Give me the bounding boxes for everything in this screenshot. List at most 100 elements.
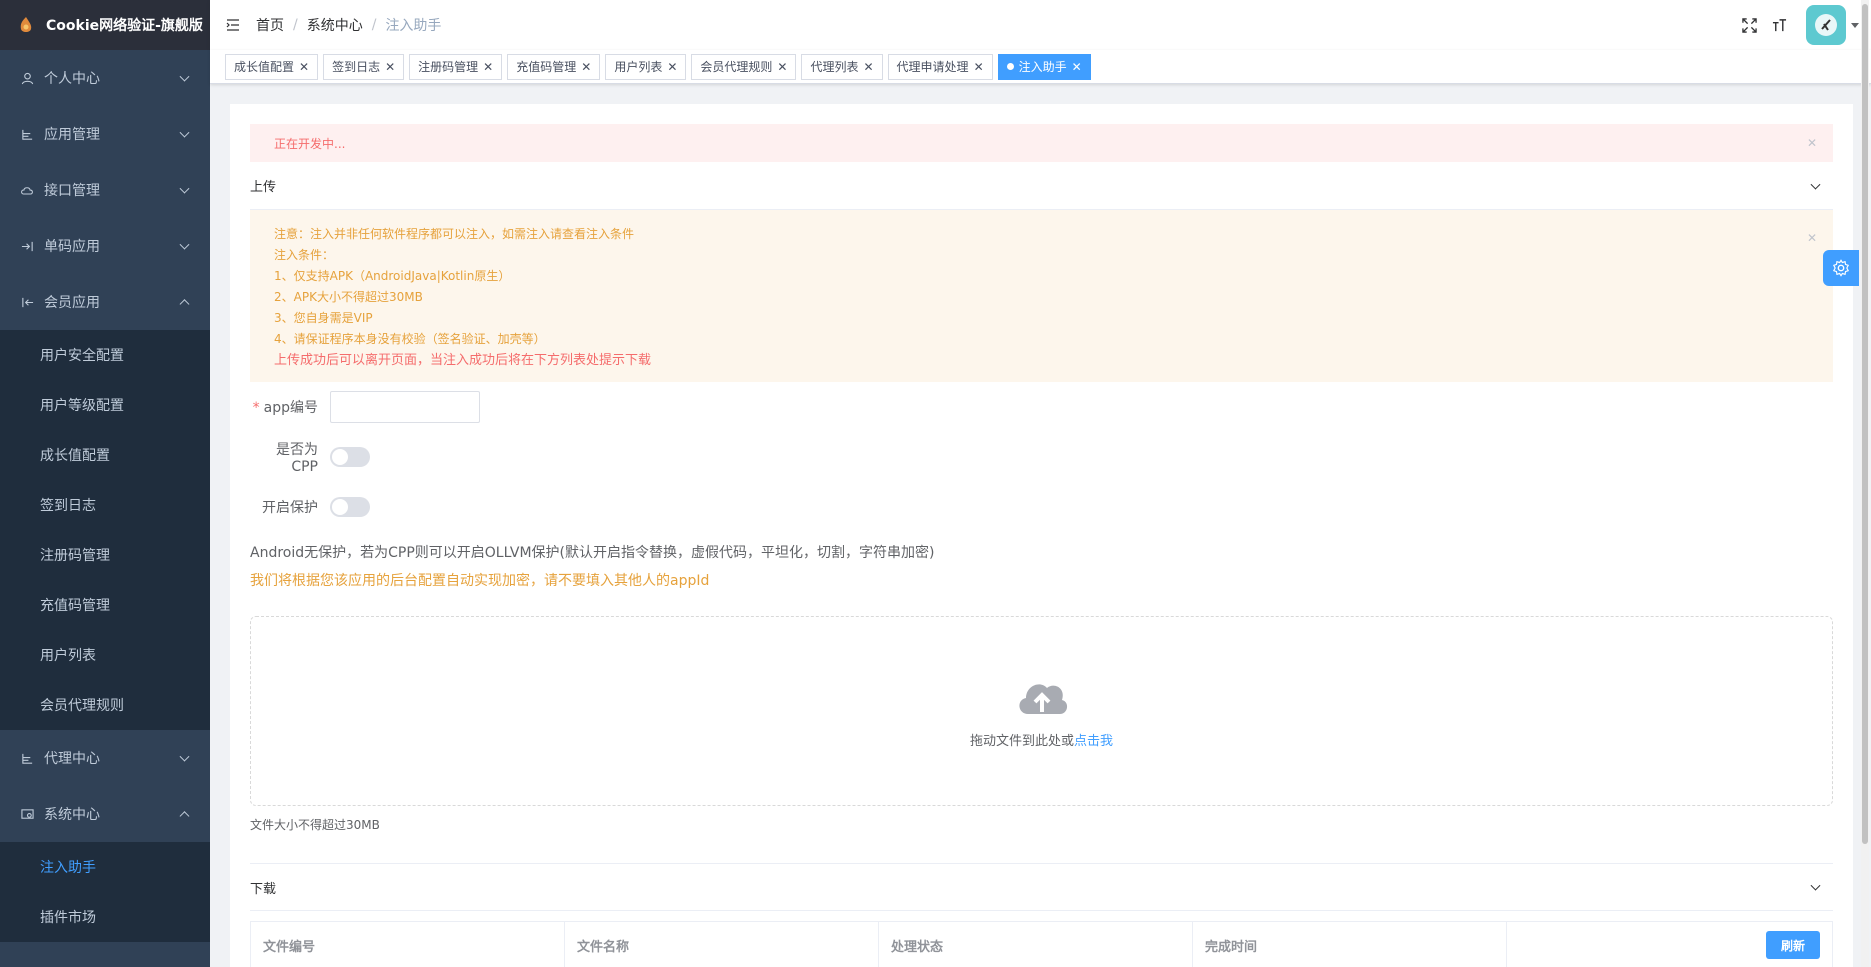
close-icon[interactable]: ✕ — [1807, 228, 1817, 249]
tag-rechargecode[interactable]: 充值码管理 ✕ — [507, 53, 601, 80]
monitor-icon — [20, 807, 34, 821]
notice-line: 注意：注入并非任何软件程序都可以注入，如需注入请查看注入条件 — [274, 227, 635, 241]
right-menu — [1740, 0, 1859, 50]
upload-dropzone[interactable]: 拖动文件到此处或点击我 — [250, 616, 1833, 806]
close-icon[interactable]: ✕ — [777, 60, 787, 74]
app-title: Cookie网络验证-旗舰版 — [46, 18, 203, 34]
menu-app-management[interactable]: 应用管理 — [0, 106, 210, 162]
sidebar-menu: 个人中心 应用管理 接口管理 单码应用 会员应用 用户安全配置 用户等级配置 成… — [0, 50, 210, 942]
required-mark: * — [252, 400, 260, 416]
menu-api-management[interactable]: 接口管理 — [0, 162, 210, 218]
breadcrumb-current: 注入助手 — [385, 18, 442, 34]
tag-agent-list[interactable]: 代理列表 ✕ — [801, 53, 883, 80]
logout-icon — [20, 295, 34, 309]
close-icon[interactable]: ✕ — [863, 60, 873, 74]
sidebar-item-user-level[interactable]: 用户等级配置 — [0, 380, 210, 430]
sidebar-item-user-security[interactable]: 用户安全配置 — [0, 330, 210, 380]
tag-label: 代理列表 — [810, 60, 859, 74]
system-submenu: 注入助手 插件市场 — [0, 842, 210, 942]
protect-switch[interactable] — [330, 497, 370, 517]
sidebar: Cookie网络验证-旗舰版 个人中心 应用管理 接口管理 单码应用 会员应用 — [0, 0, 210, 967]
logo-icon — [20, 17, 32, 32]
close-icon[interactable]: ✕ — [1072, 60, 1082, 74]
tag-label: 用户列表 — [614, 60, 663, 74]
refresh-button[interactable]: 刷新 — [1765, 931, 1820, 959]
menu-label: 系统中心 — [44, 807, 100, 823]
sidebar-item-plugin-market[interactable]: 插件市场 — [0, 892, 210, 942]
inject-notice-alert: 注意：注入并非任何软件程序都可以注入，如需注入请查看注入条件 注入条件： 1、仅… — [250, 210, 1833, 382]
breadcrumb-home[interactable]: 首页 — [256, 15, 284, 35]
menu-label: 会员应用 — [44, 295, 100, 311]
upload-text: 拖动文件到此处或点击我 — [970, 730, 1113, 749]
upload-cloud-icon — [1018, 683, 1067, 714]
chevron-down-icon — [179, 71, 190, 82]
caret-down-icon[interactable] — [1851, 22, 1859, 28]
breadcrumb-system-center[interactable]: 系统中心 — [307, 15, 363, 35]
tag-signin-log[interactable]: 签到日志 ✕ — [323, 53, 405, 80]
notice-line: 3、您自身需是VIP — [274, 311, 373, 325]
upload-click-link[interactable]: 点击我 — [1074, 734, 1113, 749]
cpp-switch[interactable] — [330, 447, 370, 467]
close-icon[interactable]: ✕ — [299, 60, 309, 74]
tree-icon — [20, 127, 34, 141]
tags-view: 成长值配置 ✕ 签到日志 ✕ 注册码管理 ✕ 充值码管理 ✕ 用户列表 ✕ 会员代理规则 ✕… — [210, 50, 1871, 84]
tag-inject-helper[interactable]: 注入助手 ✕ — [997, 53, 1091, 80]
user-icon — [20, 71, 34, 85]
tag-agent-apply[interactable]: 代理申请处理 ✕ — [887, 53, 993, 80]
sidebar-item-signin-log[interactable]: 签到日志 — [0, 480, 210, 530]
settings-button[interactable] — [1823, 250, 1859, 286]
upload-hint: 拖动文件到此处或 — [969, 733, 1074, 749]
tag-regcode[interactable]: 注册码管理 ✕ — [409, 53, 503, 80]
menu-personal-center[interactable]: 个人中心 — [0, 50, 210, 106]
avatar[interactable] — [1806, 5, 1846, 45]
close-icon[interactable]: ✕ — [1807, 136, 1817, 150]
navbar: 首页 / 系统中心 / 注入助手 — [210, 0, 1871, 50]
tag-label: 签到日志 — [332, 60, 381, 74]
menu-system-center[interactable]: 系统中心 — [0, 786, 210, 842]
menu-member-app[interactable]: 会员应用 — [0, 274, 210, 330]
sidebar-item-user-list[interactable]: 用户列表 — [0, 630, 210, 680]
tag-user-list[interactable]: 用户列表 ✕ — [605, 53, 687, 80]
avatar-image — [1815, 14, 1837, 36]
breadcrumb: 首页 / 系统中心 / 注入助手 — [256, 15, 441, 35]
hamburger-icon[interactable] — [226, 17, 242, 33]
fullscreen-icon[interactable] — [1740, 16, 1758, 34]
sidebar-item-growth-config[interactable]: 成长值配置 — [0, 430, 210, 480]
logo-bar[interactable]: Cookie网络验证-旗舰版 — [0, 0, 210, 50]
download-collapse-header[interactable]: 下载 — [250, 863, 1833, 911]
gear-icon — [1832, 259, 1850, 277]
chevron-down-icon — [179, 127, 190, 138]
close-icon[interactable]: ✕ — [385, 60, 395, 74]
column-finish-time: 完成时间 — [1193, 922, 1507, 967]
dev-alert: 正在开发中... ✕ — [250, 124, 1833, 162]
close-icon[interactable]: ✕ — [974, 60, 984, 74]
upload-size-tip: 文件大小不得超过30MB — [250, 818, 380, 832]
column-actions: 刷新 — [1507, 922, 1832, 967]
sidebar-item-inject-helper[interactable]: 注入助手 — [0, 842, 210, 892]
tag-growth-config[interactable]: 成长值配置 ✕ — [225, 53, 319, 80]
page-scrollbar[interactable] — [1861, 0, 1869, 967]
menu-agent-center[interactable]: 代理中心 — [0, 730, 210, 786]
scrollbar-thumb[interactable] — [1862, 4, 1868, 844]
chevron-up-icon — [179, 811, 190, 822]
close-icon[interactable]: ✕ — [581, 60, 591, 74]
app-id-input[interactable] — [330, 391, 480, 423]
main-content: 正在开发中... ✕ 上传 注意：注入并非任何软件程序都可以注入，如需注入请查看… — [230, 104, 1853, 967]
tag-agent-rules[interactable]: 会员代理规则 ✕ — [691, 53, 797, 80]
sidebar-item-regcode[interactable]: 注册码管理 — [0, 530, 210, 580]
chevron-up-icon — [179, 299, 190, 310]
close-icon[interactable]: ✕ — [483, 60, 493, 74]
tag-label: 代理申请处理 — [896, 60, 969, 74]
sidebar-item-rechargecode[interactable]: 充值码管理 — [0, 580, 210, 630]
tag-label: 成长值配置 — [234, 60, 295, 74]
font-size-icon[interactable] — [1770, 16, 1788, 34]
breadcrumb-separator: / — [293, 17, 298, 33]
menu-single-code-app[interactable]: 单码应用 — [0, 218, 210, 274]
cpp-label: 是否为CPP — [276, 442, 318, 475]
sidebar-item-agent-rules[interactable]: 会员代理规则 — [0, 680, 210, 730]
upload-collapse-header[interactable]: 上传 — [250, 162, 1833, 210]
active-dot-icon — [1006, 63, 1014, 70]
menu-label: 应用管理 — [44, 127, 100, 143]
close-icon[interactable]: ✕ — [667, 60, 677, 74]
download-table-header: 文件编号 文件名称 处理状态 完成时间 刷新 — [250, 921, 1833, 967]
